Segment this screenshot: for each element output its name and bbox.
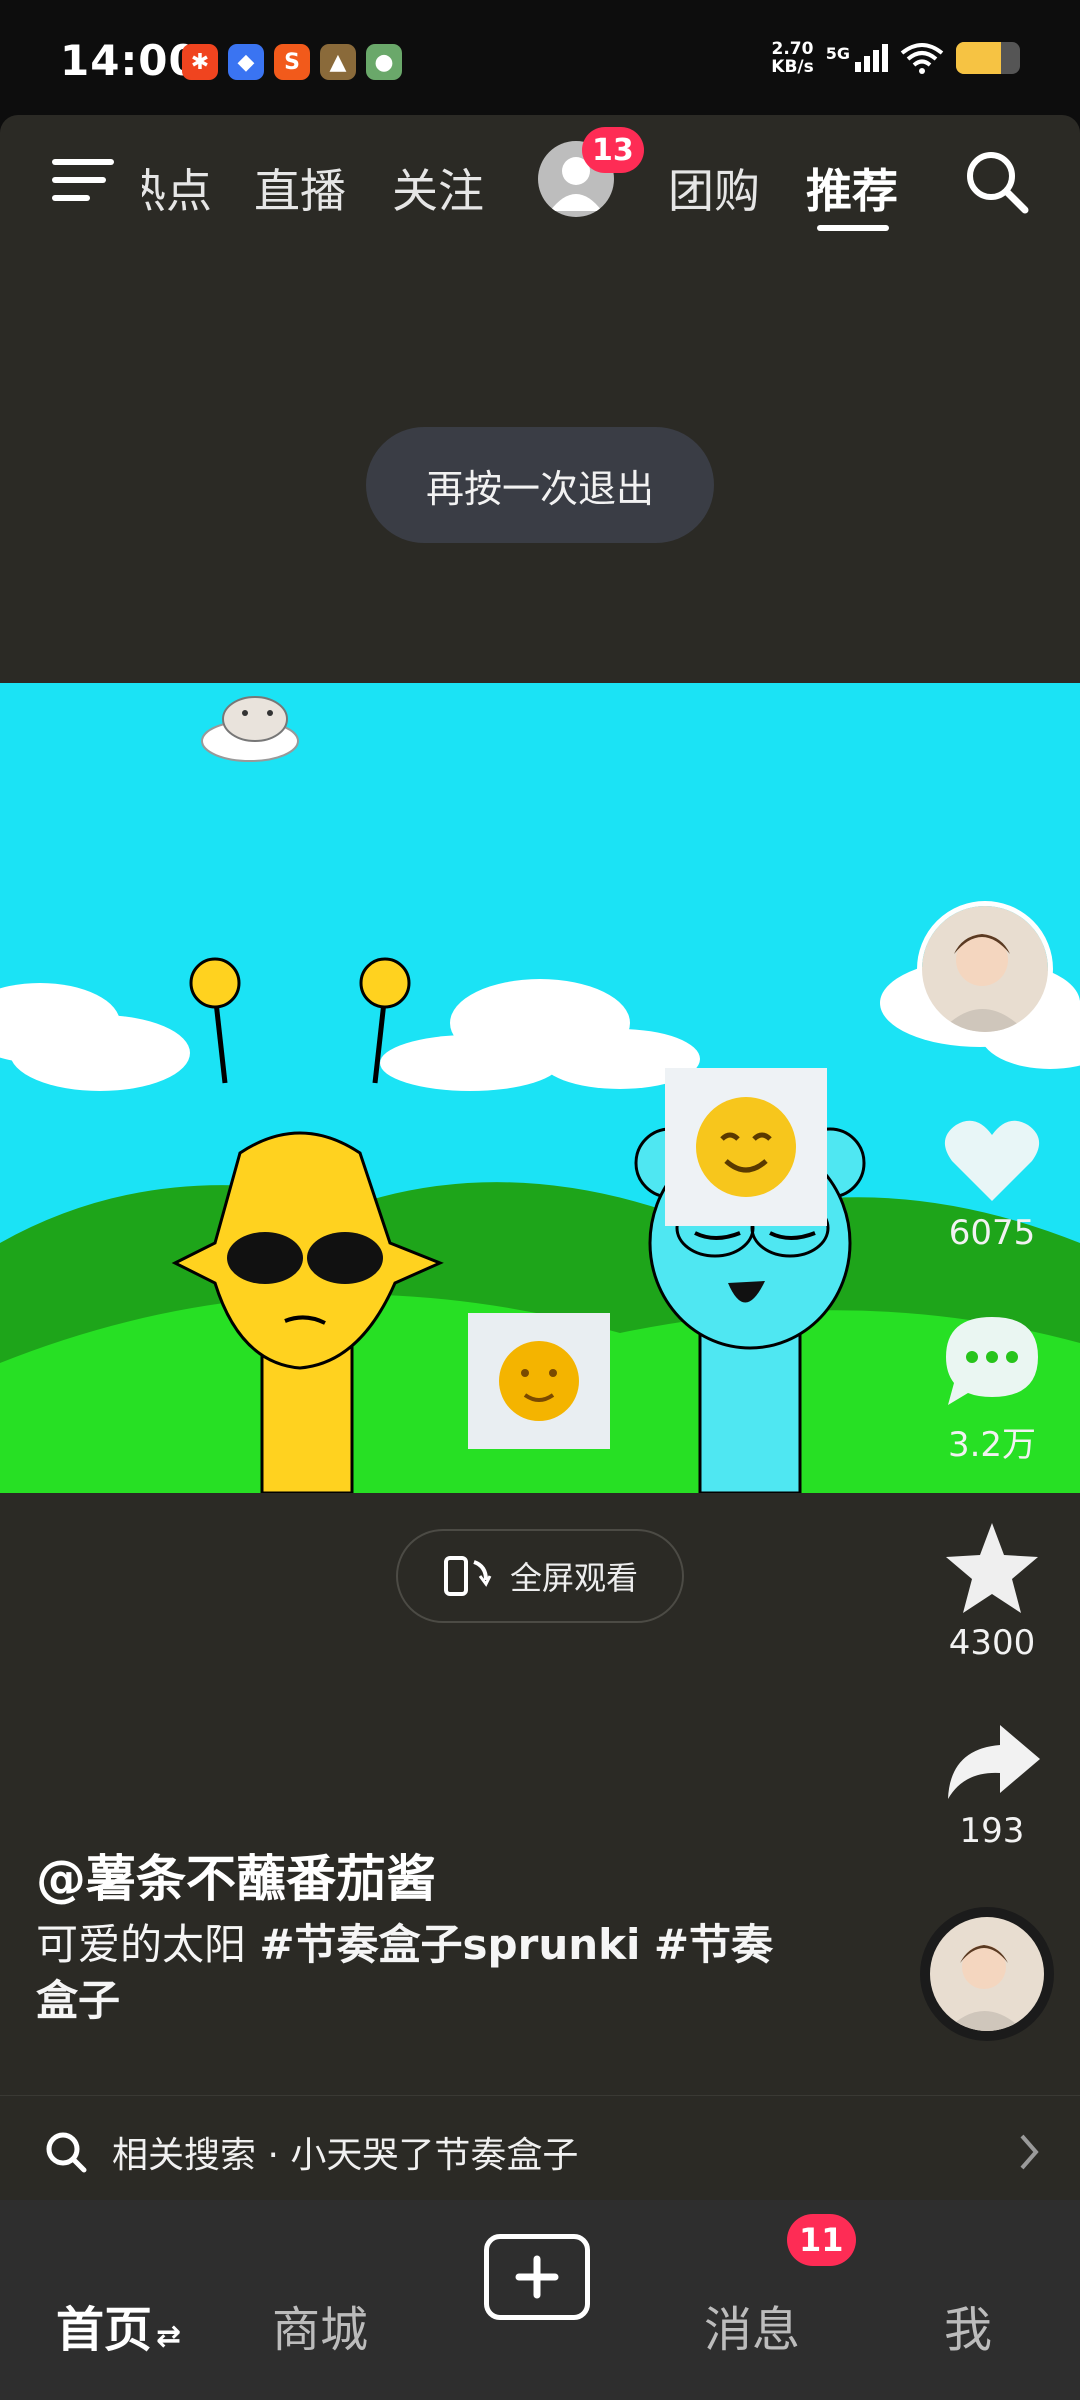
share-count: 193 xyxy=(959,1811,1025,1851)
music-disc-image xyxy=(930,1917,1044,2031)
messages-badge: 11 xyxy=(787,2214,856,2266)
plus-icon xyxy=(515,2255,559,2299)
rotate-screen-icon xyxy=(443,1556,492,1596)
music-disc[interactable] xyxy=(920,1907,1054,2041)
search-icon[interactable] xyxy=(962,147,1032,217)
avatar-badge: 13 xyxy=(582,127,644,173)
chevron-right-icon xyxy=(1020,2134,1039,2170)
share-arrow-icon xyxy=(948,1725,1040,1799)
tab-messages[interactable]: 消息 xyxy=(704,2290,800,2360)
tab-group-buy[interactable]: 团购 xyxy=(668,155,760,221)
favorite-button[interactable]: 4300 xyxy=(912,1519,1072,1663)
tab-recommend[interactable]: 推荐 xyxy=(806,155,898,221)
tab-home[interactable]: 首页 ⇄ xyxy=(56,2290,181,2360)
tab-hot[interactable]: 热点 xyxy=(142,155,212,221)
swap-icon: ⇄ xyxy=(156,2319,182,2354)
fullscreen-label: 全屏观看 xyxy=(509,1559,638,1597)
status-time: 14:00 xyxy=(60,36,199,85)
sun-sticker-small xyxy=(468,1313,610,1449)
author-handle[interactable]: @薯条不蘸番茄酱 xyxy=(36,1839,436,1911)
tab-me[interactable]: 我 xyxy=(944,2290,992,2360)
video-feed: 热点 直播 关注 13 团购 推荐 再按一次退出 全屏观看 6075 3.2万 … xyxy=(0,115,1080,2400)
sogou-input-icon: S xyxy=(274,44,310,80)
battery-icon xyxy=(956,42,1020,74)
sun-sticker-large xyxy=(665,1068,827,1226)
status-app-icons: ✱ ◆ S ▲ ● xyxy=(182,44,402,80)
wifi-icon xyxy=(900,43,944,74)
caption-text: 可爱的太阳 xyxy=(36,1920,260,1969)
blue-app-icon: ◆ xyxy=(228,44,264,80)
post-caption: 可爱的太阳 #节奏盒子sprunki #节奏盒子 xyxy=(36,1917,796,2029)
comment-button[interactable]: 3.2万 xyxy=(912,1313,1072,1466)
status-indicators: 2.70 KB/s 5G xyxy=(771,40,1020,76)
status-bar: 14:00 ✱ ◆ S ▲ ● 2.70 KB/s 5G xyxy=(0,0,1080,115)
fullscreen-button[interactable]: 全屏观看 xyxy=(396,1529,684,1623)
related-search-text: 相关搜索 · 小天哭了节奏盒子 xyxy=(112,2134,579,2176)
network-speed-value: 2.70 xyxy=(771,39,814,59)
network-speed: 2.70 KB/s xyxy=(771,40,813,76)
game-app-icon-2: ● xyxy=(366,44,402,80)
signal-icon: 5G xyxy=(826,44,888,72)
star-icon xyxy=(946,1523,1038,1613)
active-tab-indicator xyxy=(817,225,889,231)
battery-level xyxy=(956,42,1001,74)
game-app-icon: ▲ xyxy=(320,44,356,80)
comment-count: 3.2万 xyxy=(947,1425,1037,1465)
signal-label: 5G xyxy=(825,44,850,63)
exit-toast: 再按一次退出 xyxy=(366,427,714,543)
favorite-count: 4300 xyxy=(948,1623,1036,1663)
hashtag-link[interactable]: #节奏盒子sprunki xyxy=(259,1920,640,1969)
creator-avatar-image xyxy=(922,906,1048,1032)
share-button[interactable]: 193 xyxy=(912,1719,1072,1851)
tab-live[interactable]: 直播 xyxy=(254,155,346,221)
tab-hot-label: 热点 xyxy=(142,164,212,218)
xiaohongshu-icon: ✱ xyxy=(182,44,218,80)
tab-following[interactable]: 关注 xyxy=(392,155,484,221)
like-button[interactable]: 6075 xyxy=(912,1115,1072,1253)
create-post-button[interactable] xyxy=(484,2234,590,2320)
heart-icon xyxy=(944,1120,1040,1201)
tab-mall[interactable]: 商城 xyxy=(272,2290,368,2360)
network-speed-unit: KB/s xyxy=(771,57,814,77)
menu-icon[interactable] xyxy=(52,155,114,205)
related-search-bar[interactable]: 相关搜索 · 小天哭了节奏盒子 xyxy=(0,2095,1080,2207)
search-icon xyxy=(46,2132,87,2172)
like-count: 6075 xyxy=(948,1213,1036,1253)
tab-home-label: 首页 xyxy=(56,2302,153,2358)
creator-avatar[interactable] xyxy=(917,901,1053,1037)
top-nav: 热点 直播 关注 13 团购 推荐 xyxy=(0,115,1080,255)
bottom-nav: 首页 ⇄ 商城 消息 11 我 xyxy=(0,2200,1080,2400)
phone-screen: 14:00 ✱ ◆ S ▲ ● 2.70 KB/s 5G 热点 直播 关注 13… xyxy=(0,0,1080,2400)
comment-icon xyxy=(946,1317,1038,1405)
